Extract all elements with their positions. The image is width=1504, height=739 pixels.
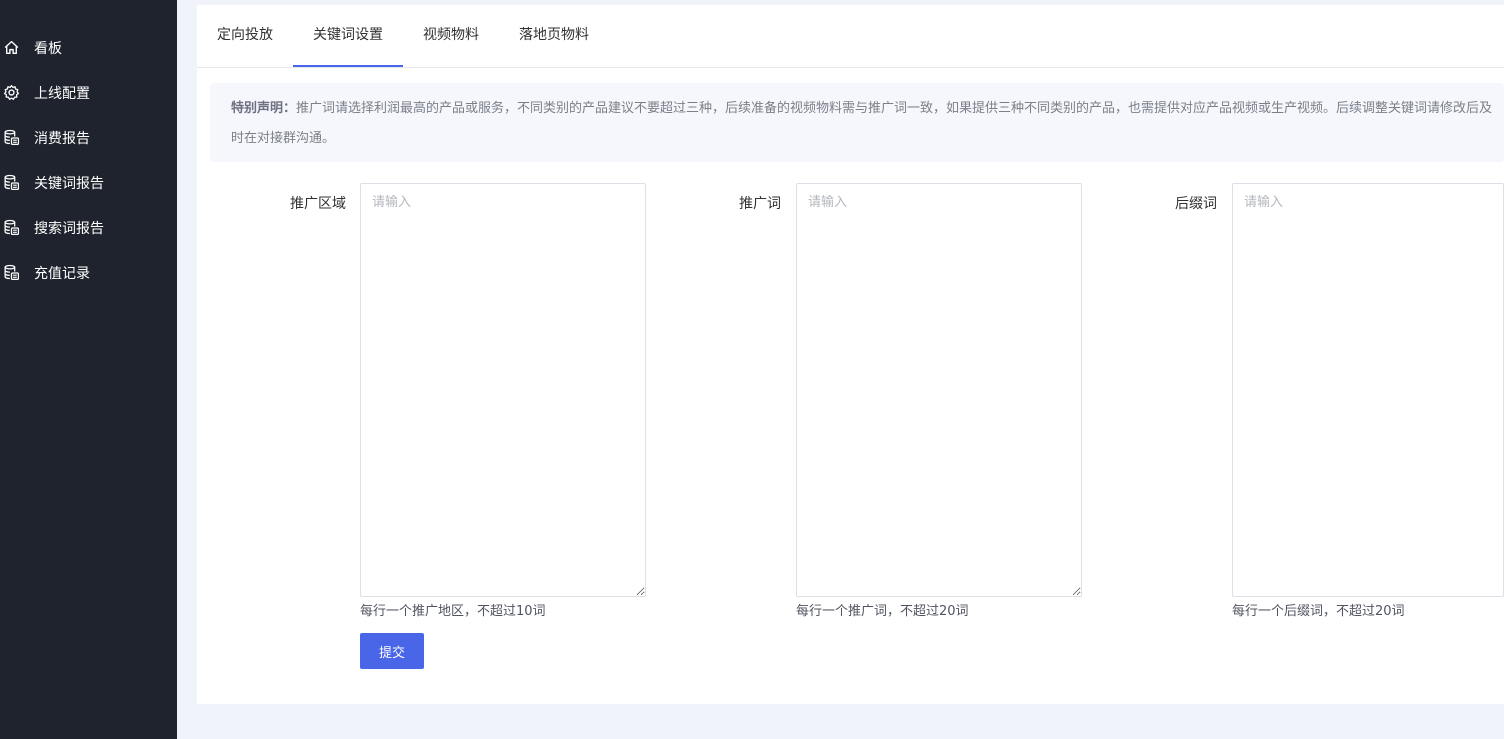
region-hint: 每行一个推广地区，不超过10词 — [360, 604, 546, 619]
database-icon — [2, 129, 20, 147]
tab-bar: 定向投放 关键词设置 视频物料 落地页物料 — [197, 5, 1504, 68]
sidebar-item-label: 看板 — [34, 40, 62, 57]
home-icon — [2, 39, 20, 57]
region-textarea[interactable] — [360, 183, 646, 597]
region-label: 推广区域 — [290, 196, 346, 212]
submit-button[interactable]: 提交 — [360, 633, 424, 669]
database-icon — [2, 174, 20, 192]
sidebar-item-label: 充值记录 — [34, 265, 90, 282]
database-icon — [2, 219, 20, 237]
sidebar-item-search-term-report[interactable]: 搜索词报告 — [0, 205, 177, 250]
sidebar-item-label: 消费报告 — [34, 130, 90, 147]
main-panel: 定向投放 关键词设置 视频物料 落地页物料 特别声明：推广词请选择利润最高的产品… — [197, 5, 1504, 704]
gear-icon — [2, 84, 20, 102]
notice-title: 特别声明： — [231, 101, 297, 116]
sidebar-item-recharge-records[interactable]: 充值记录 — [0, 250, 177, 295]
tab-targeting[interactable]: 定向投放 — [217, 5, 273, 67]
sidebar-item-online-config[interactable]: 上线配置 — [0, 70, 177, 115]
sidebar-item-label: 关键词报告 — [34, 175, 104, 192]
sidebar-item-spend-report[interactable]: 消费报告 — [0, 115, 177, 160]
sidebar: 看板 上线配置 消费报告 关键词报告 搜索词报告 充值记录 — [0, 0, 177, 739]
suffix-hint: 每行一个后缀词，不超过20词 — [1232, 604, 1405, 619]
keyword-label: 推广词 — [739, 196, 781, 212]
tab-landing-page-materials[interactable]: 落地页物料 — [519, 5, 589, 67]
tab-video-materials[interactable]: 视频物料 — [423, 5, 479, 67]
sidebar-item-label: 搜索词报告 — [34, 220, 104, 237]
notice-box: 特别声明：推广词请选择利润最高的产品或服务，不同类别的产品建议不要超过三种，后续… — [210, 83, 1504, 162]
keyword-hint: 每行一个推广词，不超过20词 — [796, 604, 969, 619]
tab-keyword-settings[interactable]: 关键词设置 — [293, 5, 403, 67]
suffix-label: 后缀词 — [1175, 196, 1217, 212]
sidebar-item-label: 上线配置 — [34, 85, 90, 102]
keyword-textarea[interactable] — [796, 183, 1082, 597]
suffix-textarea[interactable] — [1232, 183, 1504, 597]
notice-text: 推广词请选择利润最高的产品或服务，不同类别的产品建议不要超过三种，后续准备的视频… — [231, 101, 1493, 146]
sidebar-item-keyword-report[interactable]: 关键词报告 — [0, 160, 177, 205]
database-icon — [2, 264, 20, 282]
sidebar-item-dashboard[interactable]: 看板 — [0, 25, 177, 70]
